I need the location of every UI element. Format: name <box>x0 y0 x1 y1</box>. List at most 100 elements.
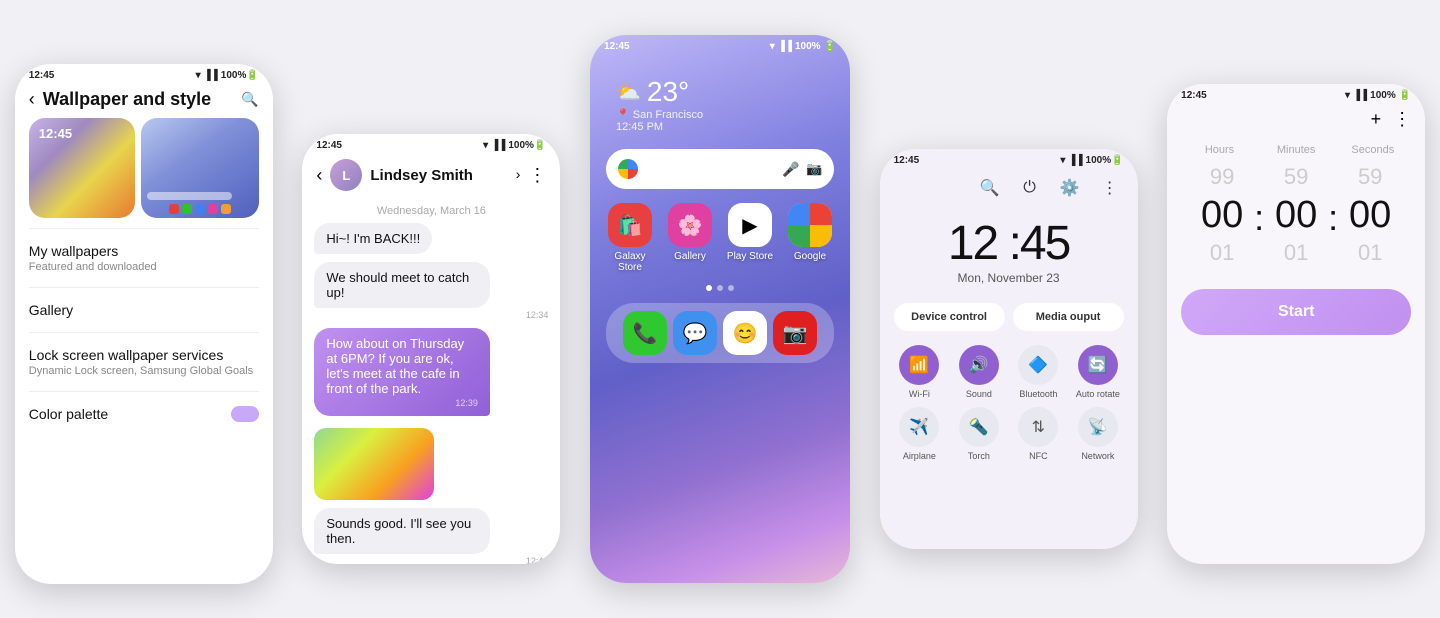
more-icon[interactable]: ⋮ <box>1393 109 1411 130</box>
battery-icon: 100% <box>795 41 821 52</box>
power-icon[interactable]: ⏻ <box>1018 176 1042 200</box>
minutes-label: Minutes <box>1266 144 1326 156</box>
signal-icon: ▐▐ <box>491 140 505 151</box>
toggle-color-palette[interactable] <box>231 406 259 422</box>
dropdown-icon[interactable] <box>516 166 521 184</box>
dock-phone[interactable]: 📞 <box>623 311 667 355</box>
more-icon[interactable] <box>528 165 546 186</box>
search-bar[interactable]: 🎤 📷 <box>606 149 834 189</box>
message-right-row: How about on Thursday at 6PM? If you are… <box>314 328 548 416</box>
signal-icon: ▐▐ <box>1068 155 1082 166</box>
menu-gallery[interactable]: Gallery <box>15 288 273 332</box>
wifi-icon: ▾ <box>770 41 775 52</box>
hours-upper: 99 <box>1210 162 1234 193</box>
more-icon[interactable]: ⋮ <box>1098 176 1122 200</box>
status-time-1: 12:45 <box>29 70 55 81</box>
microphone-icon[interactable]: 🎤 <box>782 161 798 177</box>
app-galaxy-store[interactable]: 🛍️ Galaxy Store <box>606 203 654 273</box>
menu-item-sub: Dynamic Lock screen, Samsung Global Goal… <box>29 365 259 377</box>
add-icon[interactable]: + <box>1371 109 1382 130</box>
timer-labels: Hours Minutes Seconds <box>1167 138 1425 162</box>
hours-main: 00 <box>1201 193 1243 239</box>
toggle-wifi[interactable]: 📶 Wi-Fi <box>894 345 946 399</box>
status-bar-5: 12:45 ▾ ▐▐ 100% 🔋 <box>1167 84 1425 105</box>
phone-homescreen: 12:45 ▾ ▐▐ 100% 🔋 ⛅ 23° 📍 San Francisco … <box>590 35 850 583</box>
toggle-sound[interactable]: 🔊 Sound <box>953 345 1005 399</box>
wallpaper-preview-2[interactable] <box>141 118 259 218</box>
torch-toggle-icon: 🔦 <box>959 407 999 447</box>
app-play-store[interactable]: ▶ Play Store <box>726 203 774 273</box>
control-toggles: 📶 Wi-Fi 🔊 Sound 🔷 Bluetooth 🔄 Auto rotat… <box>880 339 1138 467</box>
app-label: Gallery <box>674 251 706 262</box>
preview-icon <box>221 204 231 214</box>
app-grid: 🛍️ Galaxy Store 🌸 Gallery ▶ Play Store G… <box>606 203 834 273</box>
weather-time: 12:45 PM <box>616 121 663 133</box>
contact-name: Lindsey Smith <box>370 167 507 184</box>
app-google[interactable]: Google <box>786 203 834 273</box>
minutes-group: 59 00 01 <box>1266 162 1326 269</box>
app-icon-gallery: 🌸 <box>668 203 712 247</box>
contact-avatar: L <box>330 159 362 191</box>
menu-item-sub: Featured and downloaded <box>29 261 259 273</box>
media-output-button[interactable]: Media ouput <box>1013 303 1124 331</box>
message-bubble: How about on Thursday at 6PM? If you are… <box>314 328 490 416</box>
status-time-3: 12:45 <box>604 41 630 52</box>
wifi-icon: ▾ <box>196 70 201 81</box>
preview-icon <box>182 204 192 214</box>
page-dots <box>606 285 834 291</box>
network-toggle-icon: 📡 <box>1078 407 1118 447</box>
location-icon: 📍 <box>616 109 630 121</box>
toggle-bluetooth[interactable]: 🔷 Bluetooth <box>1013 345 1065 399</box>
menu-color-palette[interactable]: Color palette <box>15 392 273 436</box>
settings-icon[interactable]: ⚙️ <box>1058 176 1082 200</box>
search-icon[interactable]: 🔍 <box>978 176 1002 200</box>
dot <box>728 285 734 291</box>
weather-icon: ⛅ <box>616 80 641 105</box>
app-gallery[interactable]: 🌸 Gallery <box>666 203 714 273</box>
status-icons-2: ▾ ▐▐ 100%🔋 <box>483 140 546 151</box>
menu-lock-screen[interactable]: Lock screen wallpaper services Dynamic L… <box>15 333 273 391</box>
camera-search-icon[interactable]: 📷 <box>806 161 822 177</box>
back-icon[interactable] <box>29 89 35 110</box>
app-label: Galaxy Store <box>606 251 654 273</box>
toggle-autorotate[interactable]: 🔄 Auto rotate <box>1072 345 1124 399</box>
menu-my-wallpapers[interactable]: My wallpapers Featured and downloaded <box>15 229 273 287</box>
preview-icon <box>195 204 205 214</box>
wallpaper-preview-1[interactable]: 12:45 <box>29 118 135 218</box>
menu-item-label: My wallpapers <box>29 243 259 259</box>
seconds-group: 59 00 01 <box>1340 162 1400 269</box>
back-icon[interactable] <box>316 165 322 186</box>
toggle-airplane[interactable]: ✈️ Airplane <box>894 407 946 461</box>
toggle-network[interactable]: 📡 Network <box>1072 407 1124 461</box>
status-bar-3: 12:45 ▾ ▐▐ 100% 🔋 <box>590 35 850 56</box>
minutes-upper: 59 <box>1284 162 1308 193</box>
menu-item-label: Gallery <box>29 302 259 318</box>
minutes-lower: 01 <box>1284 238 1308 269</box>
toggle-nfc[interactable]: ⇅ NFC <box>1013 407 1065 461</box>
control-top-icons: 🔍 ⏻ ⚙️ ⋮ <box>880 170 1138 206</box>
status-bar-4: 12:45 ▾ ▐▐ 100%🔋 <box>880 149 1138 170</box>
start-button[interactable]: Start <box>1181 289 1411 335</box>
preview-icon <box>208 204 218 214</box>
search-icon[interactable] <box>241 91 258 109</box>
sound-toggle-icon: 🔊 <box>959 345 999 385</box>
wifi-toggle-icon: 📶 <box>899 345 939 385</box>
dock-bitmoji[interactable]: 😊 <box>723 311 767 355</box>
minutes-main: 00 <box>1275 193 1317 239</box>
seconds-label: Seconds <box>1343 144 1403 156</box>
message-text: We should meet to catch up! <box>326 270 469 300</box>
seconds-lower: 01 <box>1358 238 1382 269</box>
toggle-torch[interactable]: 🔦 Torch <box>953 407 1005 461</box>
dock-messages[interactable]: 💬 <box>673 311 717 355</box>
phone-messages: 12:45 ▾ ▐▐ 100%🔋 L Lindsey Smith Wednesd… <box>302 134 560 564</box>
dock-camera[interactable]: 📷 <box>773 311 817 355</box>
status-icons-1: ▾ ▐▐ 100%🔋 <box>196 70 259 81</box>
status-time-2: 12:45 <box>316 140 342 151</box>
device-control-button[interactable]: Device control <box>894 303 1005 331</box>
message-text: How about on Thursday at 6PM? If you are… <box>326 336 464 396</box>
phone-timer: 12:45 ▾ ▐▐ 100% 🔋 + ⋮ Hours Minutes Seco… <box>1167 84 1425 564</box>
status-icons-5: ▾ ▐▐ 100% 🔋 <box>1345 90 1411 101</box>
nfc-toggle-icon: ⇅ <box>1018 407 1058 447</box>
preview-bar <box>147 192 232 200</box>
message-time: 12:34 <box>314 310 548 320</box>
